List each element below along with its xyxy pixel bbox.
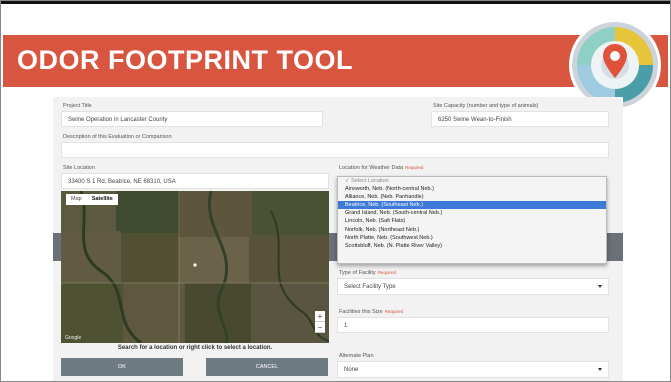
dropdown-option[interactable]: Lincoln, Neb. (Salt Flats) [338,217,606,225]
facilities-size-label: Facilities this Size Required [339,309,403,315]
alternate-plan-select[interactable]: None [337,361,609,378]
required-mark: Required [405,165,424,170]
tab-map[interactable]: Map [66,194,87,205]
dropdown-option[interactable]: ✓ Select Location [338,177,606,185]
zoom-in-button[interactable]: + [315,311,325,322]
facilities-size-input[interactable]: 1 [337,317,609,333]
dropdown-option[interactable]: North Platte, Neb. (Southwest Neb.) [338,234,606,242]
project-title-input[interactable]: Swine Operation in Lancaster County [61,111,323,127]
facility-type-value: Select Facility Type [344,284,396,290]
description-label: Description of this Evaluation or Compar… [63,134,172,140]
dropdown-option[interactable]: Ainsworth, Neb. (North-central Neb.) [338,185,606,193]
required-mark: Required [384,309,403,314]
dropdown-option-selected[interactable]: Beatrice, Neb. (Southeast Neb.) [338,201,606,210]
site-location-label: Site Location [63,165,95,171]
chevron-down-icon [598,368,602,371]
weather-location-label: Location for Weather Data Required [339,165,423,171]
site-capacity-input[interactable]: 6250 Swine Wean-to-Finish [431,111,609,127]
required-mark: Required [377,270,396,275]
cancel-button[interactable]: CANCEL [206,358,328,376]
dropdown-option[interactable]: Grand Island, Neb. (South-central Neb.) [338,209,606,217]
google-logo: Google [65,335,82,341]
project-title-label: Project Title [63,103,92,109]
site-capacity-label: Site Capacity (number and type of animal… [433,103,539,109]
top-border [1,1,670,4]
facility-type-select[interactable]: Select Facility Type [337,278,609,295]
map-type-tabs: Map Satellite [66,194,118,205]
weather-location-label-text: Location for Weather Data [339,165,404,171]
dropdown-option[interactable]: Scottsbluff, Neb. (N. Platte River Valle… [338,242,606,250]
app-title: ODOR FOOTPRINT TOOL [17,45,353,75]
dropdown-option[interactable]: Alliance, Neb. (Neb. Panhandle) [338,193,606,201]
facility-type-label: Type of Facility Required [339,270,396,276]
facility-type-label-text: Type of Facility [339,270,376,276]
zoom-out-button[interactable]: − [315,322,325,333]
dropdown-option[interactable]: Norfolk, Neb. (Northeast Neb.) [338,226,606,234]
alternate-plan-value: None [344,367,359,373]
ok-button[interactable]: OK [61,358,183,376]
weather-location-dropdown[interactable]: ✓ Select Location Ainsworth, Neb. (North… [337,176,607,264]
map-imagery [61,191,329,343]
satellite-map[interactable]: Map Satellite Google + − [61,191,329,343]
zoom-controls: + − [315,311,325,333]
site-location-input[interactable]: 33400 S 1 Rd, Beatrice, NE 68310, USA [61,173,329,189]
app-window: ODOR FOOTPRINT TOOL Project Title Swine … [0,0,671,382]
tab-satellite[interactable]: Satellite [87,194,118,205]
map-hint-text: Search for a location or right click to … [117,345,273,351]
facilities-size-label-text: Facilities this Size [339,309,383,315]
chevron-down-icon [598,285,602,288]
alternate-plan-label: Alternate Plan [339,353,374,359]
description-input[interactable] [61,142,609,158]
